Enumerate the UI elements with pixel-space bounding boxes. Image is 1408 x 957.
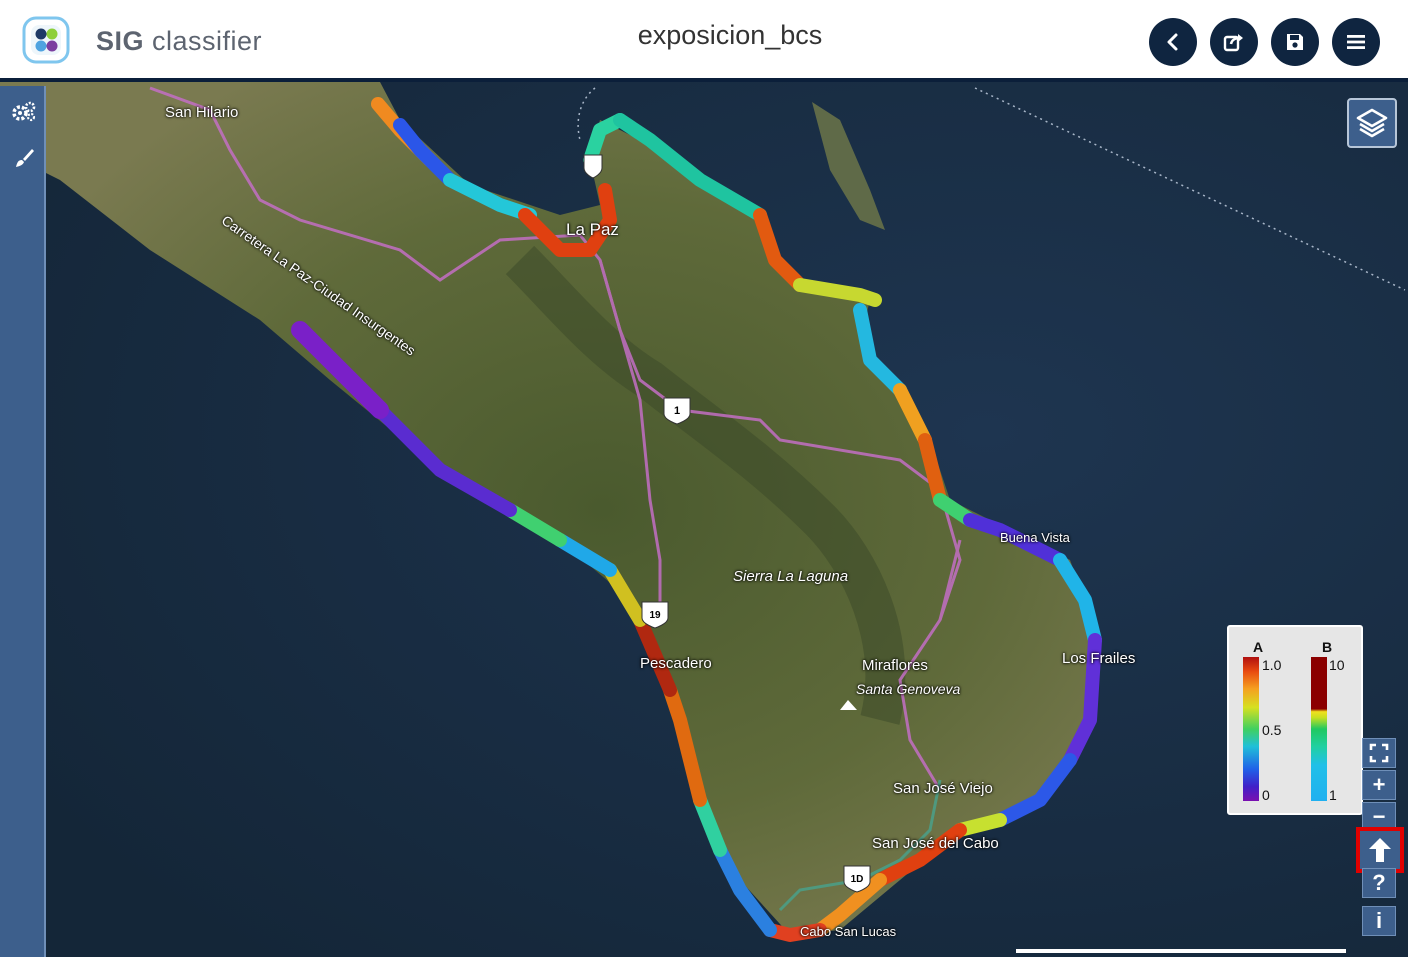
- legend-a-mid: 0.5: [1262, 722, 1282, 738]
- plus-icon: +: [1372, 772, 1386, 797]
- help-icon: ?: [1372, 870, 1386, 895]
- info-icon: i: [1375, 908, 1383, 933]
- highway-shield-1d: 1D: [843, 865, 871, 893]
- minus-icon: −: [1372, 804, 1386, 829]
- hamburger-menu-icon: [1347, 35, 1365, 49]
- north-arrow-icon: [1369, 838, 1391, 862]
- help-button[interactable]: ?: [1362, 868, 1396, 898]
- left-toolbar: [0, 86, 46, 957]
- share-button[interactable]: [1210, 18, 1258, 66]
- map-view[interactable]: 1 19 1D San Hilario Carretera La Paz-Ciu…: [0, 82, 1408, 957]
- back-button[interactable]: [1149, 18, 1197, 66]
- highway-shield-1: 1: [663, 397, 691, 425]
- place-label: Sierra La Laguna: [733, 568, 849, 585]
- legend-b-max: 10: [1329, 657, 1345, 673]
- place-label: San José Viejo: [893, 780, 993, 797]
- fullscreen-icon: [1369, 743, 1389, 763]
- highway-shield-19: 19: [641, 601, 669, 629]
- info-button[interactable]: i: [1362, 906, 1396, 936]
- place-label: San José del Cabo: [872, 835, 999, 852]
- fullscreen-button[interactable]: [1362, 738, 1396, 768]
- legend-b-label: B: [1322, 639, 1333, 655]
- floppy-disk-icon: [1287, 34, 1303, 50]
- layers-icon: [1356, 108, 1388, 138]
- svg-text:1D: 1D: [851, 874, 864, 885]
- place-label: Miraflores: [862, 657, 928, 674]
- legend-a-colorbar: [1243, 657, 1259, 801]
- reset-north-button[interactable]: [1356, 827, 1404, 873]
- layers-button[interactable]: [1347, 98, 1397, 148]
- share-icon: [1223, 34, 1243, 52]
- legend-a-label: A: [1253, 639, 1264, 655]
- map-legend: A B 1.0 0.5 0 10 1: [1227, 625, 1363, 815]
- svg-text:19: 19: [649, 610, 661, 621]
- page-title: exposicion_bcs: [637, 20, 823, 50]
- place-label: Buena Vista: [1000, 530, 1070, 545]
- gears-icon: [12, 101, 36, 122]
- zoom-in-button[interactable]: +: [1362, 770, 1396, 800]
- style-tool[interactable]: [10, 144, 38, 172]
- settings-tool[interactable]: [10, 98, 38, 126]
- paintbrush-icon: [16, 149, 34, 167]
- menu-button[interactable]: [1332, 18, 1380, 66]
- place-label: Cabo San Lucas: [800, 924, 897, 939]
- legend-b-colorbar: [1311, 657, 1327, 801]
- place-label: Los Frailes: [1062, 650, 1136, 667]
- place-label: La Paz: [566, 220, 619, 239]
- legend-a-min: 0: [1262, 787, 1270, 803]
- save-button[interactable]: [1271, 18, 1319, 66]
- scale-bar: [1016, 949, 1346, 953]
- legend-b-min: 1: [1329, 787, 1337, 803]
- chevron-left-icon: [1167, 33, 1178, 51]
- satellite-map: 1 19 1D: [0, 82, 1408, 957]
- svg-text:1: 1: [674, 405, 680, 417]
- place-label: Pescadero: [640, 655, 712, 672]
- place-label: Santa Genoveva: [856, 681, 961, 697]
- legend-a-max: 1.0: [1262, 657, 1282, 673]
- place-label: San Hilario: [165, 104, 239, 121]
- app-header: SIG classifier exposicion_bcs: [0, 0, 1408, 82]
